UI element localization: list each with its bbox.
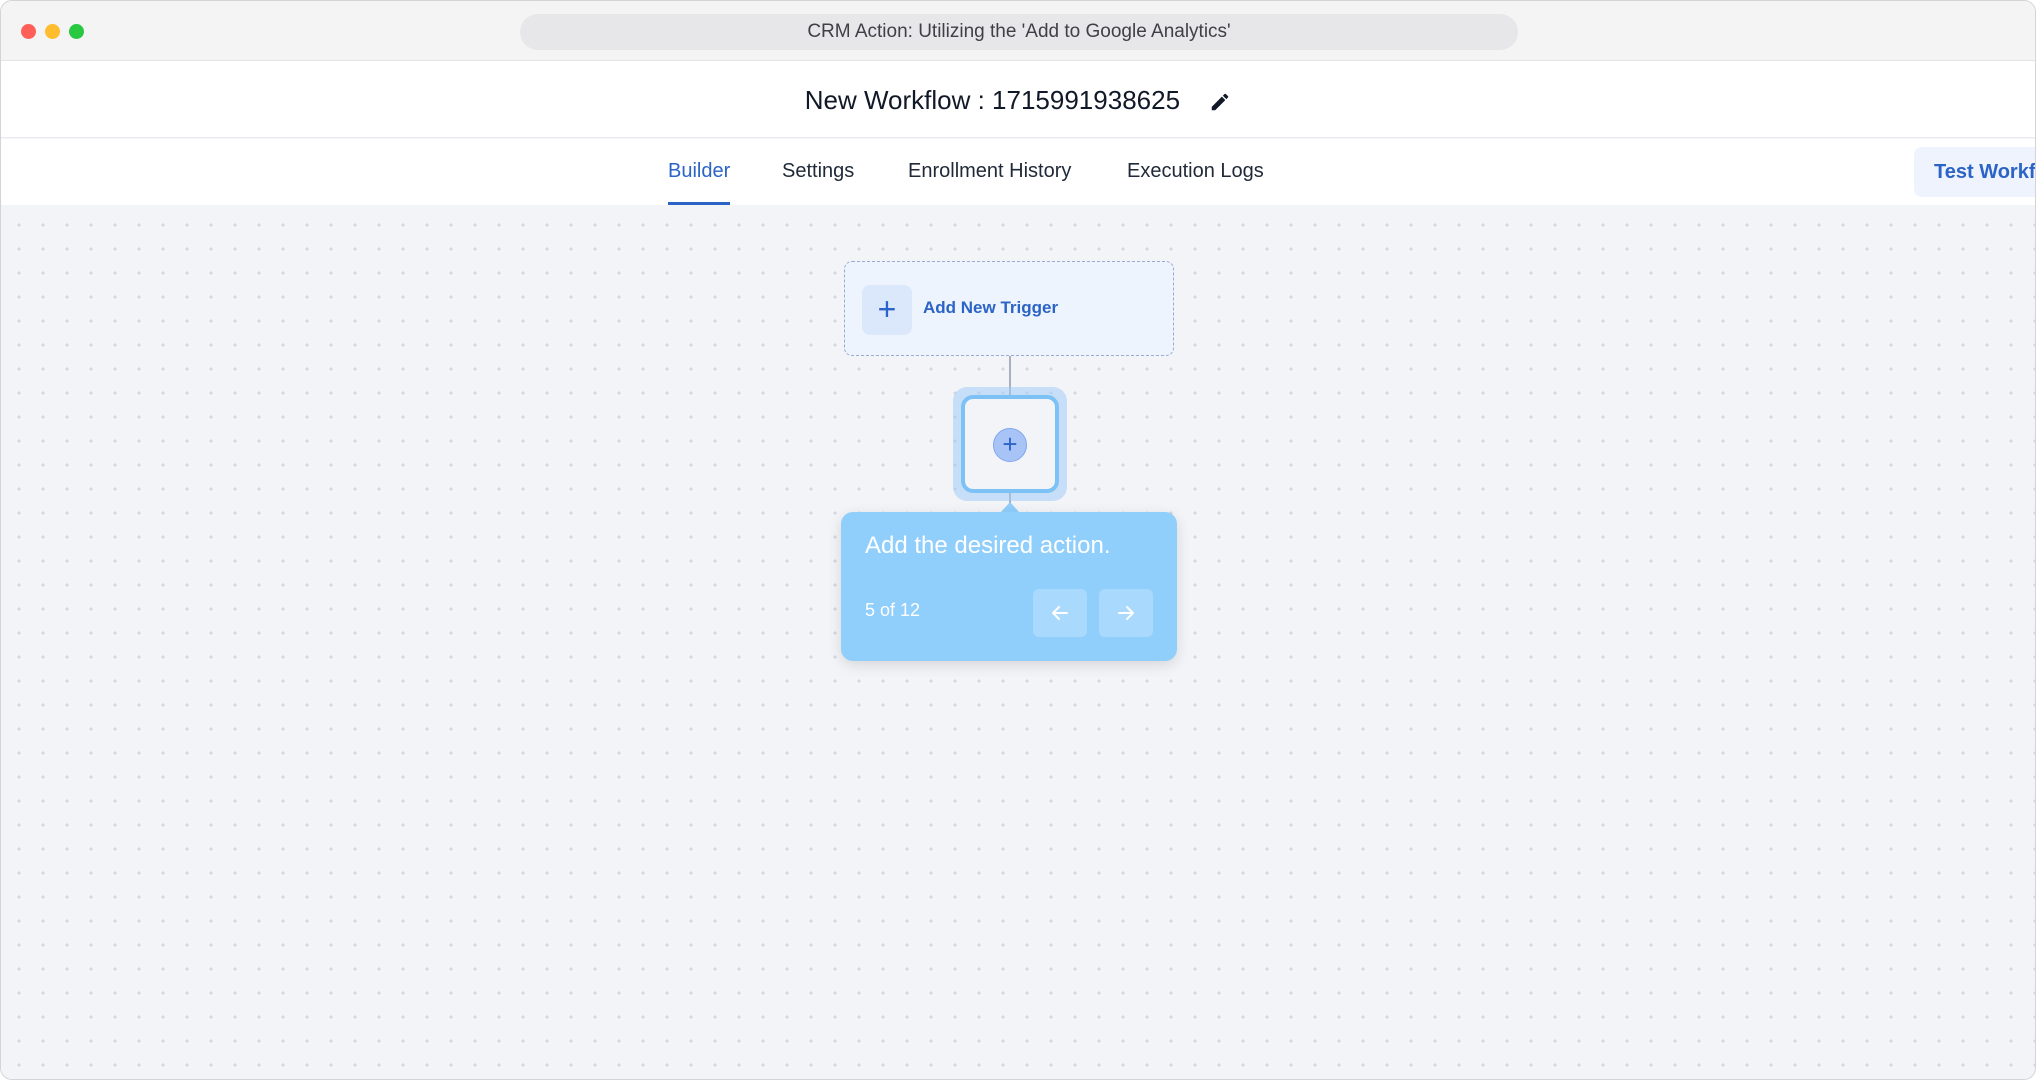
tab-bar: Builder Settings Enrollment History Exec… [1, 139, 2035, 205]
close-window-button[interactable] [21, 24, 36, 39]
add-trigger-box[interactable]: + Add New Trigger [844, 261, 1174, 356]
previous-step-button[interactable] [1033, 589, 1087, 637]
browser-window: CRM Action: Utilizing the 'Add to Google… [0, 0, 2036, 1080]
minimize-window-button[interactable] [45, 24, 60, 39]
title-bar: CRM Action: Utilizing the 'Add to Google… [1, 1, 2035, 61]
pencil-icon[interactable] [1209, 89, 1231, 111]
workflow-title-row: New Workflow : 1715991938625 [1, 83, 2035, 116]
tab-execution-logs[interactable]: Execution Logs [1127, 139, 1264, 205]
maximize-window-button[interactable] [69, 24, 84, 39]
tooltip-message: Add the desired action. [865, 532, 1111, 559]
next-step-button[interactable] [1099, 589, 1153, 637]
tab-builder[interactable]: Builder [668, 139, 731, 205]
workflow-name: New Workflow : 1715991938625 [804, 84, 1181, 115]
add-action-button[interactable]: + [993, 428, 1027, 462]
tab-settings[interactable]: Settings [782, 139, 854, 205]
tooltip-step-counter: 5 of 12 [865, 600, 921, 620]
workflow-header: New Workflow : 1715991938625 [1, 61, 2035, 138]
add-trigger-label: Add New Trigger [923, 298, 1059, 317]
window-title: CRM Action: Utilizing the 'Add to Google… [520, 14, 1518, 50]
tooltip-pointer [1001, 502, 1019, 512]
test-workflow-button[interactable]: Test Workflow [1914, 147, 2035, 197]
plus-icon: + [862, 285, 912, 335]
guide-tooltip: Add the desired action. 5 of 12 [841, 512, 1177, 661]
tab-enrollment-history[interactable]: Enrollment History [908, 139, 1071, 205]
